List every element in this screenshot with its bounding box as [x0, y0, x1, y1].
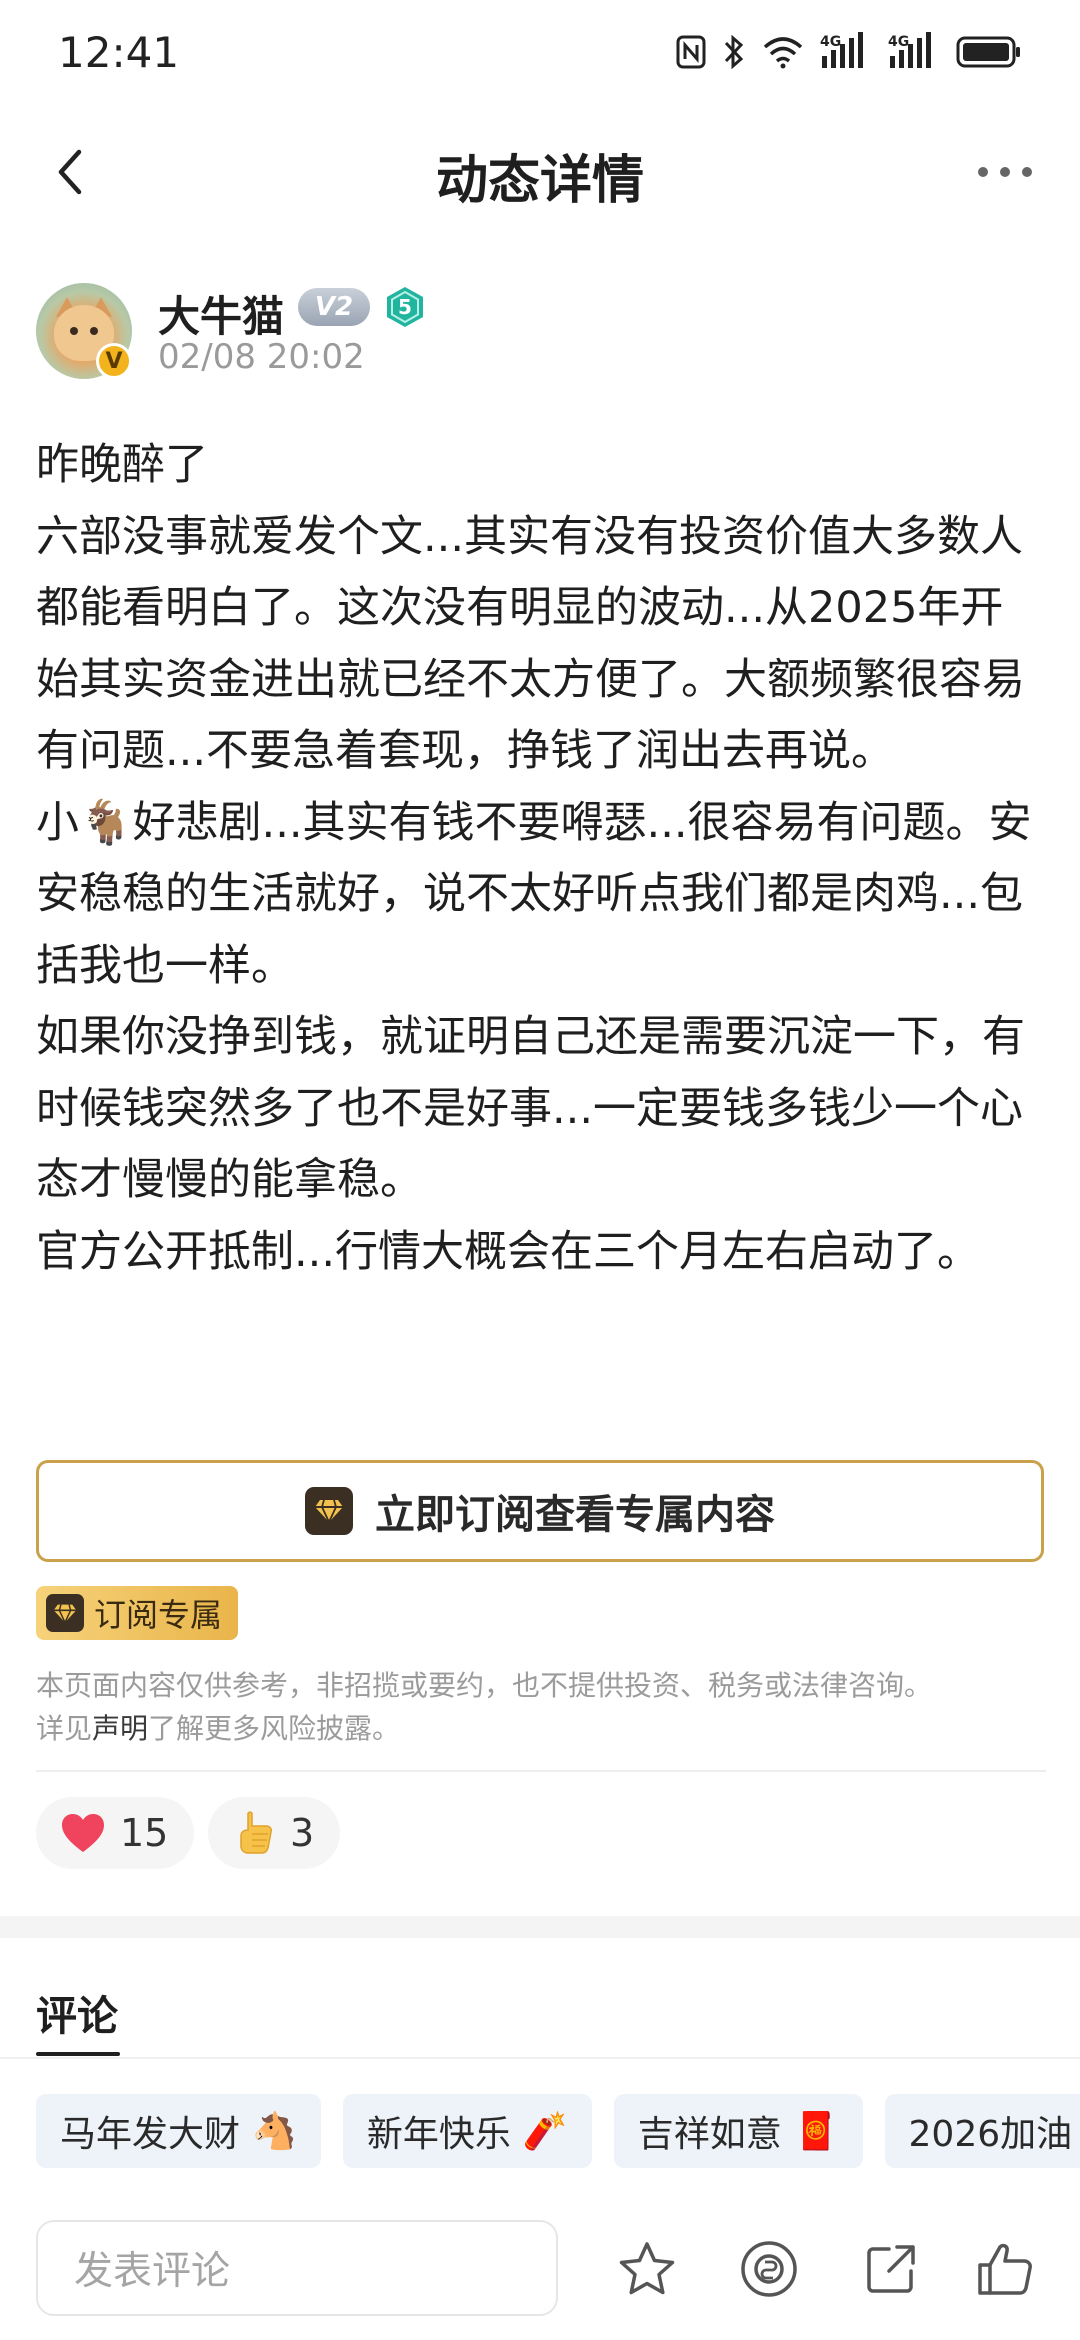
verified-badge: V: [96, 343, 132, 379]
heart-icon: [62, 1814, 104, 1852]
more-button[interactable]: [970, 142, 1040, 202]
more-dots-icon: [978, 167, 1032, 177]
diamond-icon: [305, 1487, 353, 1535]
svg-text:5: 5: [398, 295, 412, 319]
disclaimer-suffix: 了解更多风险披露。: [148, 1712, 401, 1745]
author-name[interactable]: 大牛猫: [158, 283, 284, 344]
chip-label: 新年快乐: [366, 2114, 511, 2155]
rank-badge-icon: 5: [387, 287, 423, 327]
status-time: 12:41: [58, 28, 180, 77]
wifi-icon: [762, 30, 804, 74]
divider: [36, 1770, 1046, 1772]
author-header: V 大牛猫 V2 5 02/08 20:02: [36, 283, 1046, 383]
chip-label: 马年发大财: [60, 2114, 241, 2155]
disclaimer-prefix: 详见: [36, 1712, 93, 1745]
post-detail-screen: 12:41 4G 4G 动态详情 V 大牛猫 V2 5 02/08 20:02 …: [0, 0, 1080, 2340]
subscription-tag: 订阅专属: [36, 1586, 239, 1640]
coin-icon: [741, 2241, 797, 2297]
disclaimer-link[interactable]: 声明: [92, 1712, 148, 1745]
share-button[interactable]: [858, 2236, 924, 2302]
tip-button[interactable]: [736, 2236, 802, 2302]
subscribe-button-label: 立即订阅查看专属内容: [375, 1492, 775, 1538]
comment-input[interactable]: 发表评论: [36, 2220, 558, 2316]
horse-emoji-icon: 🐴: [252, 2111, 297, 2152]
svg-text:4G: 4G: [820, 34, 841, 50]
diamond-icon: [46, 1594, 84, 1632]
tab-comments[interactable]: 评论: [36, 1982, 118, 2042]
star-icon: [619, 2242, 675, 2295]
thumb-reaction-button[interactable]: 3: [208, 1797, 341, 1869]
favorite-button[interactable]: [614, 2236, 680, 2302]
bluetooth-icon: [722, 30, 746, 74]
page-title: 动态详情: [435, 151, 644, 211]
divider: [0, 2057, 1080, 2059]
thumbs-up-icon: [240, 1811, 272, 1854]
disclaimer-line: 本页面内容仅供参考，非招揽或要约，也不提供投资、税务或法律咨询。: [36, 1669, 933, 1702]
status-icons: 4G 4G: [676, 30, 1022, 74]
status-bar: 12:41 4G 4G: [0, 0, 1080, 105]
section-divider: [0, 1916, 1080, 1938]
signal-1-icon: 4G: [820, 30, 872, 74]
nav-bar: 动态详情: [0, 120, 1080, 225]
battery-icon: [956, 30, 1022, 74]
share-icon: [867, 2245, 915, 2293]
heart-reaction-button[interactable]: 15: [36, 1797, 195, 1869]
quick-comment-chip[interactable]: 马年发大财 🐴: [36, 2094, 321, 2168]
like-button[interactable]: [972, 2236, 1038, 2302]
heart-count: 15: [120, 1811, 169, 1855]
post-timestamp: 02/08 20:02: [158, 337, 365, 377]
quick-comment-chips: 马年发大财 🐴 新年快乐 🧨 吉祥如意 🧧 2026加油: [36, 2094, 1080, 2168]
risk-disclaimer: 本页面内容仅供参考，非招揽或要约，也不提供投资、税务或法律咨询。 详见声明了解更…: [36, 1664, 1046, 1750]
post-content: 昨晚醉了 六部没事就爱发个文...其实有没有投资价值大多数人都能看明白了。这次没…: [36, 440, 1032, 1277]
svg-text:4G: 4G: [888, 34, 909, 50]
quick-comment-chip[interactable]: 新年快乐 🧨: [342, 2094, 592, 2168]
quick-comment-chip[interactable]: 吉祥如意 🧧: [613, 2094, 863, 2168]
level-badge: V2: [298, 288, 370, 326]
firecracker-emoji-icon: 🧨: [522, 2111, 568, 2152]
chip-label: 2026加油: [908, 2114, 1073, 2155]
subscribe-button[interactable]: 立即订阅查看专属内容: [36, 1460, 1044, 1562]
red-envelope-emoji-icon: 🧧: [793, 2111, 839, 2152]
thumb-count: 3: [290, 1811, 315, 1855]
subscription-tag-label: 订阅专属: [94, 1596, 223, 1634]
chip-label: 吉祥如意: [637, 2114, 782, 2155]
quick-comment-chip[interactable]: 2026加油: [884, 2094, 1080, 2168]
signal-2-icon: 4G: [888, 30, 940, 74]
nfc-icon: [676, 30, 706, 74]
tab-indicator: [36, 2052, 120, 2056]
thumbs-up-outline-icon: [978, 2243, 1032, 2295]
